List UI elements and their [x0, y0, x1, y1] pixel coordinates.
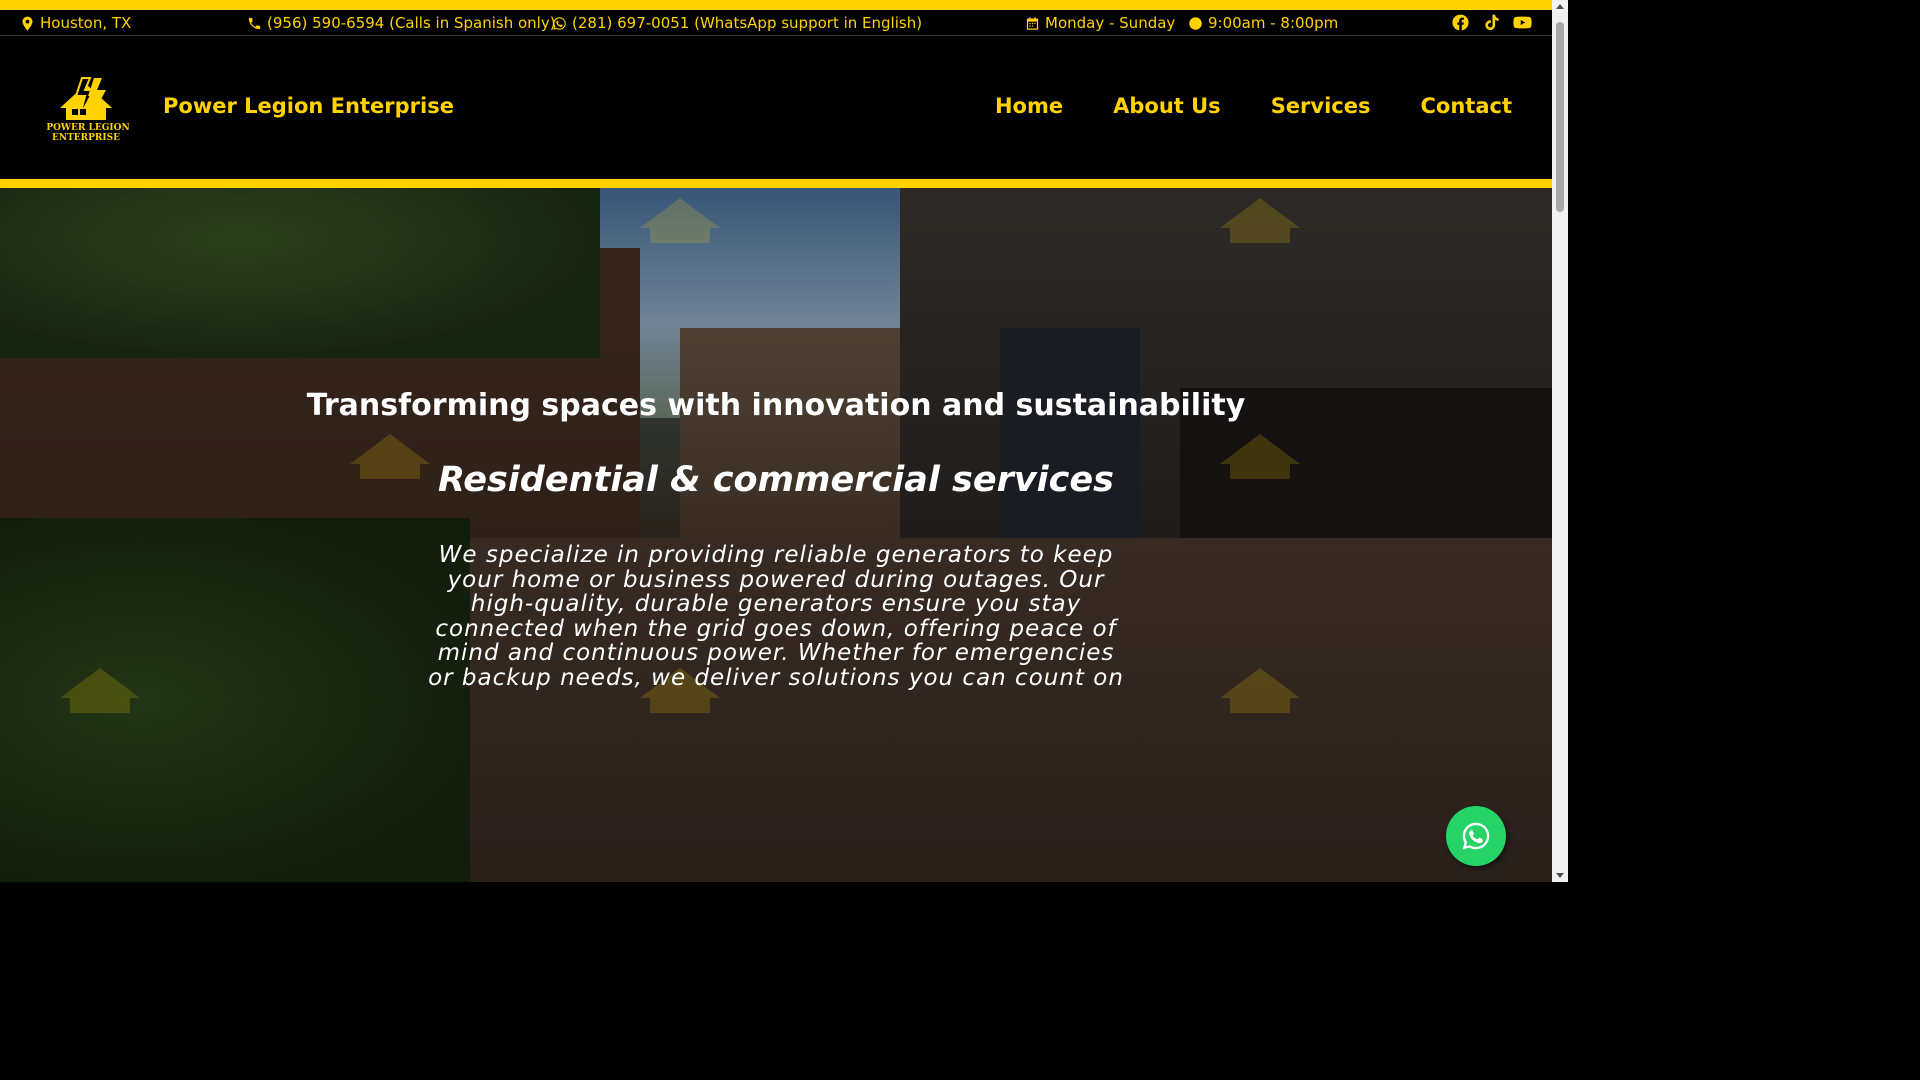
days-item: Monday - Sunday	[1025, 10, 1175, 36]
logo-watermark-icon	[640, 198, 720, 243]
main-nav: Home About Us Services Contact	[995, 94, 1512, 118]
tiktok-link[interactable]	[1482, 13, 1501, 32]
phone-spanish-text: (956) 590-6594 (Calls in Spanish only)	[267, 14, 556, 32]
calendar-icon	[1026, 16, 1039, 30]
logo-text-line2: ENTERPRISE	[52, 133, 120, 142]
hero-subtitle: Residential & commercial services	[438, 460, 1114, 500]
hours-item: 9:00am - 8:00pm	[1188, 10, 1338, 36]
page: Houston, TX (956) 590-6594 (Calls in Spa…	[0, 0, 1568, 882]
clock-icon	[1189, 16, 1202, 30]
header-accent-bar	[0, 179, 1552, 188]
youtube-icon	[1513, 16, 1532, 29]
phone-icon	[248, 17, 261, 29]
facebook-link[interactable]	[1451, 13, 1470, 32]
tiktok-icon	[1485, 14, 1499, 31]
scroll-down-arrow-icon[interactable]	[1556, 873, 1564, 878]
page-scrollbar[interactable]	[1552, 0, 1568, 882]
brand-name[interactable]: Power Legion Enterprise	[163, 94, 454, 118]
logo-watermark-icon	[60, 668, 140, 713]
top-accent-stripe	[0, 0, 1552, 10]
whatsapp-item[interactable]: (281) 697-0051 (WhatsApp support in Engl…	[552, 10, 922, 36]
whatsapp-icon	[553, 16, 566, 30]
nav-about-us[interactable]: About Us	[1113, 94, 1221, 118]
whatsapp-english-text: (281) 697-0051 (WhatsApp support in Engl…	[572, 14, 923, 32]
hero-title: Transforming spaces with innovation and …	[306, 388, 1246, 423]
nav-contact[interactable]: Contact	[1421, 94, 1513, 118]
logo-text-line1: POWER LEGION	[46, 123, 129, 133]
whatsapp-icon	[1462, 822, 1490, 850]
whatsapp-chat-button[interactable]	[1446, 806, 1506, 866]
days-text: Monday - Sunday	[1045, 14, 1176, 32]
info-bar: Houston, TX (956) 590-6594 (Calls in Spa…	[0, 10, 1552, 36]
hero-dark-overlay	[0, 188, 1552, 882]
location-text: Houston, TX	[40, 14, 132, 32]
facebook-icon	[1452, 14, 1469, 31]
hero-section: Transforming spaces with innovation and …	[0, 188, 1552, 882]
youtube-link[interactable]	[1513, 13, 1532, 32]
site-header: POWER LEGION ENTERPRISE Power Legion Ent…	[0, 36, 1552, 179]
phone-item[interactable]: (956) 590-6594 (Calls in Spanish only)	[247, 10, 556, 36]
nav-services[interactable]: Services	[1271, 94, 1371, 118]
hours-text: 9:00am - 8:00pm	[1208, 14, 1339, 32]
logo-watermark-icon	[1220, 198, 1300, 243]
scrollbar-thumb[interactable]	[1556, 22, 1564, 212]
nav-home[interactable]: Home	[995, 94, 1063, 118]
social-links	[1451, 13, 1532, 32]
logo-watermark-icon	[1220, 668, 1300, 713]
location-item: Houston, TX	[20, 10, 131, 36]
logo[interactable]: POWER LEGION ENTERPRISE	[36, 72, 140, 143]
hero-description: We specialize in providing reliable gene…	[428, 542, 1124, 691]
scroll-up-arrow-icon[interactable]	[1556, 4, 1564, 9]
map-marker-icon	[22, 16, 33, 30]
